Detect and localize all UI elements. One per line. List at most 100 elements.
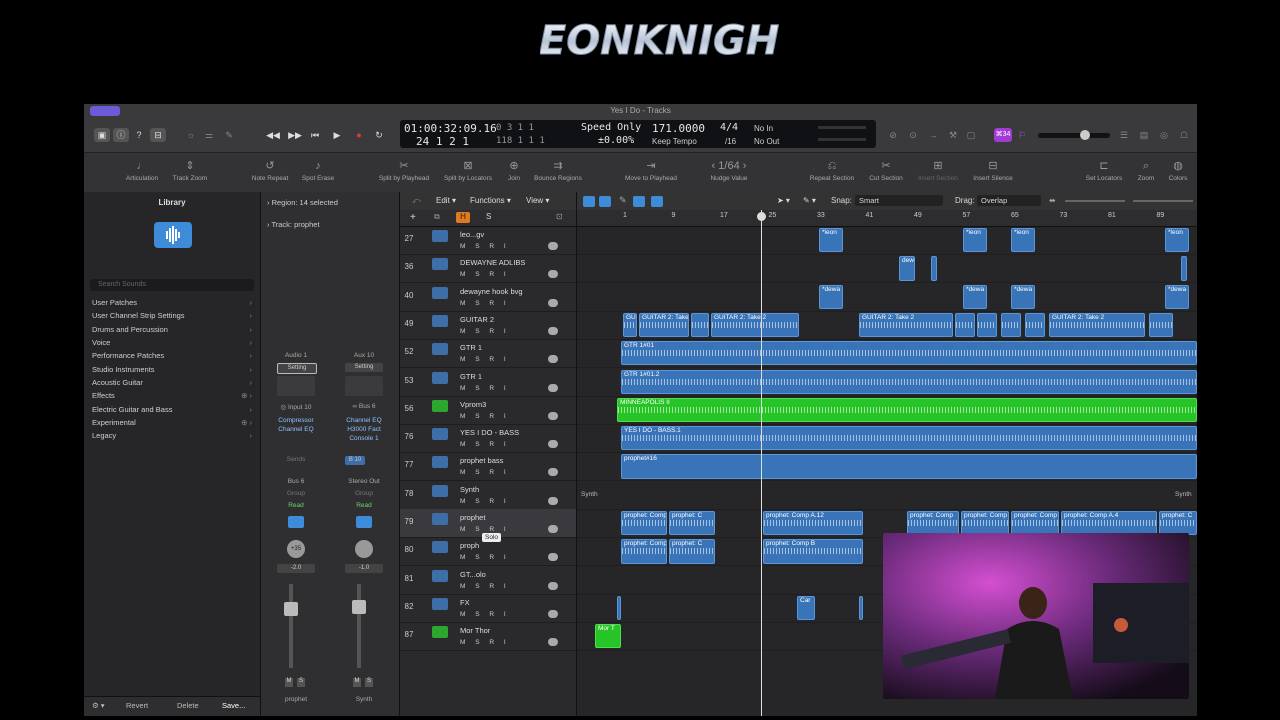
articulation-tool[interactable]: ♩ Articulation (122, 153, 162, 193)
editors-icon[interactable]: ✎ (222, 128, 236, 142)
region[interactable]: GUITAR 2: Take 2 (1049, 312, 1145, 338)
track-volume-knob[interactable] (548, 242, 558, 250)
track-header[interactable]: 56 Vprom3 M S R I (400, 396, 576, 425)
track-volume-knob[interactable] (548, 553, 558, 562)
track-header[interactable]: 27 leo...gv M S R I (400, 226, 576, 255)
track-header[interactable]: 76 YES I DO - BASS M S R I (400, 424, 576, 454)
region[interactable]: *leon (1165, 228, 1189, 253)
region[interactable]: YES I DO - BASS.1 (621, 426, 1197, 451)
set-locators-tool[interactable]: ⊏ Set Locators (1082, 153, 1126, 193)
region[interactable]: prophet: C (669, 539, 715, 564)
setting-button[interactable]: Setting (345, 363, 383, 372)
track-instrument-icon[interactable] (432, 569, 448, 582)
library-search-input[interactable]: Search Sounds (90, 279, 254, 291)
volume-value[interactable]: -2.0 (277, 564, 315, 573)
colors-tool[interactable]: ◍ Colors (1164, 153, 1192, 193)
metronome-icon[interactable]: ⊙ (906, 128, 920, 142)
track-controls[interactable]: M S R I (460, 583, 510, 590)
waveform-icon[interactable] (154, 222, 192, 248)
volume-value[interactable]: -1.0 (345, 564, 383, 573)
lcd-display[interactable]: 01:00:32:09.16 0 3 1 1 24 1 2 1 118 1 1 … (400, 120, 876, 148)
region[interactable]: prophet: Comp (907, 511, 959, 536)
revert-button[interactable]: Revert (126, 701, 148, 710)
track-controls[interactable]: M S R I (460, 385, 510, 392)
solo-button[interactable]: S (297, 678, 305, 687)
loop-browser-icon[interactable]: ◎ (1158, 128, 1170, 142)
plugin-slot[interactable]: Channel EQ (271, 426, 321, 433)
region[interactable] (617, 595, 621, 621)
region[interactable]: prophet: C (669, 511, 715, 536)
region[interactable]: prophet: Comp (621, 539, 667, 564)
flex-icon[interactable] (599, 196, 611, 207)
track-volume-knob[interactable] (548, 411, 558, 420)
automation-mode[interactable]: Read (271, 502, 321, 509)
join-tool[interactable]: ⊕ Join (502, 153, 526, 193)
library-item[interactable]: Legacy › (92, 429, 252, 442)
region[interactable] (977, 312, 997, 338)
track-instrument-icon[interactable] (432, 371, 448, 384)
track-name[interactable]: Vprom3 (460, 400, 486, 409)
badge-icon[interactable]: ⌘34 (994, 128, 1012, 142)
toolbar-toggle-icon[interactable]: ⊟ (150, 128, 166, 142)
waveform-zoom-icon[interactable]: ⬌ (1049, 196, 1056, 205)
playhead-handle[interactable] (757, 212, 766, 221)
track-name[interactable]: YES I DO - BASS (460, 428, 519, 437)
track-controls[interactable]: M S R I (460, 271, 510, 278)
region[interactable] (1001, 312, 1021, 338)
track-instrument-icon[interactable] (432, 513, 448, 525)
volume-fader[interactable] (357, 584, 361, 668)
region[interactable]: GUITAR 2: Take 2 (639, 312, 689, 338)
library-item[interactable]: Electric Guitar and Bass › (92, 403, 252, 416)
track-controls[interactable]: M S R I (460, 413, 510, 420)
region[interactable]: Mor T (595, 624, 621, 649)
track-volume-knob[interactable] (548, 355, 558, 364)
track-volume-knob[interactable] (548, 440, 558, 449)
insert-silence-tool[interactable]: ⊟ Insert Silence (968, 153, 1018, 193)
library-item[interactable]: User Patches › (92, 296, 252, 309)
track-lane[interactable] (577, 254, 1197, 284)
track-controls[interactable]: M S R I (460, 441, 510, 448)
user-icon[interactable]: ⚐ (1016, 128, 1028, 142)
bounce-regions-tool[interactable]: ⇉ Bounce Regions (530, 153, 586, 193)
track-lane[interactable] (577, 283, 1197, 312)
solo-mode-icon[interactable]: ▢ (964, 128, 978, 142)
mixer-icon[interactable]: ⚌ (202, 128, 216, 142)
catch-icon[interactable]: ⊡ (556, 212, 563, 221)
region[interactable] (859, 595, 863, 621)
browsers-icon[interactable]: ☖ (1178, 128, 1190, 142)
track-controls[interactable]: M S R I (460, 328, 510, 335)
track-header[interactable]: 81 GT...olo M S R I (400, 566, 576, 595)
library-item[interactable]: Acoustic Guitar › (92, 376, 252, 389)
library-item[interactable]: User Channel Strip Settings › (92, 309, 252, 322)
track-controls[interactable]: M S R I (460, 526, 510, 533)
track-instrument-icon[interactable] (432, 626, 448, 639)
track-header[interactable]: 40 dewayne hook bvg M S R I (400, 283, 576, 312)
track-controls[interactable]: M S R I (460, 243, 510, 250)
track-controls[interactable]: M S R I (460, 498, 510, 505)
plugin-slot[interactable]: H3000 Fact (339, 426, 389, 433)
track-header[interactable]: 53 GTR 1 M S R I (400, 368, 576, 397)
group-slot[interactable]: Group (339, 490, 389, 497)
track-volume-knob[interactable] (548, 609, 558, 618)
track-name[interactable]: GTR 1 (460, 343, 482, 352)
track-name[interactable]: GTR 1 (460, 372, 482, 381)
library-item[interactable]: Drums and Percussion › (92, 323, 252, 336)
output-slot[interactable]: Stereo Out (339, 478, 389, 485)
track-name[interactable]: Mor Thor (460, 626, 490, 635)
region[interactable]: *leon (1011, 228, 1035, 253)
track-volume-knob[interactable] (548, 468, 558, 477)
eq-thumbnail[interactable] (277, 376, 315, 396)
eq-thumbnail[interactable] (345, 376, 383, 396)
region[interactable]: GUITAR 2: Take 2 (859, 312, 953, 338)
drag-select[interactable]: Overlap (977, 195, 1041, 206)
track-inspector-header[interactable]: › Track: prophet (267, 220, 320, 229)
region[interactable]: *dewa (819, 284, 843, 309)
flex-mode-icon[interactable] (633, 196, 645, 207)
record-button[interactable]: ● (352, 128, 366, 142)
master-volume-slider[interactable] (1038, 130, 1110, 140)
solo-button[interactable]: S (365, 678, 373, 687)
track-header[interactable]: 87 Mor Thor M S R I (400, 622, 576, 652)
track-controls[interactable]: M S R I (460, 469, 510, 476)
split-by-playhead-tool[interactable]: ✂ Split by Playhead (376, 153, 432, 193)
track-name[interactable]: Synth (460, 485, 479, 494)
